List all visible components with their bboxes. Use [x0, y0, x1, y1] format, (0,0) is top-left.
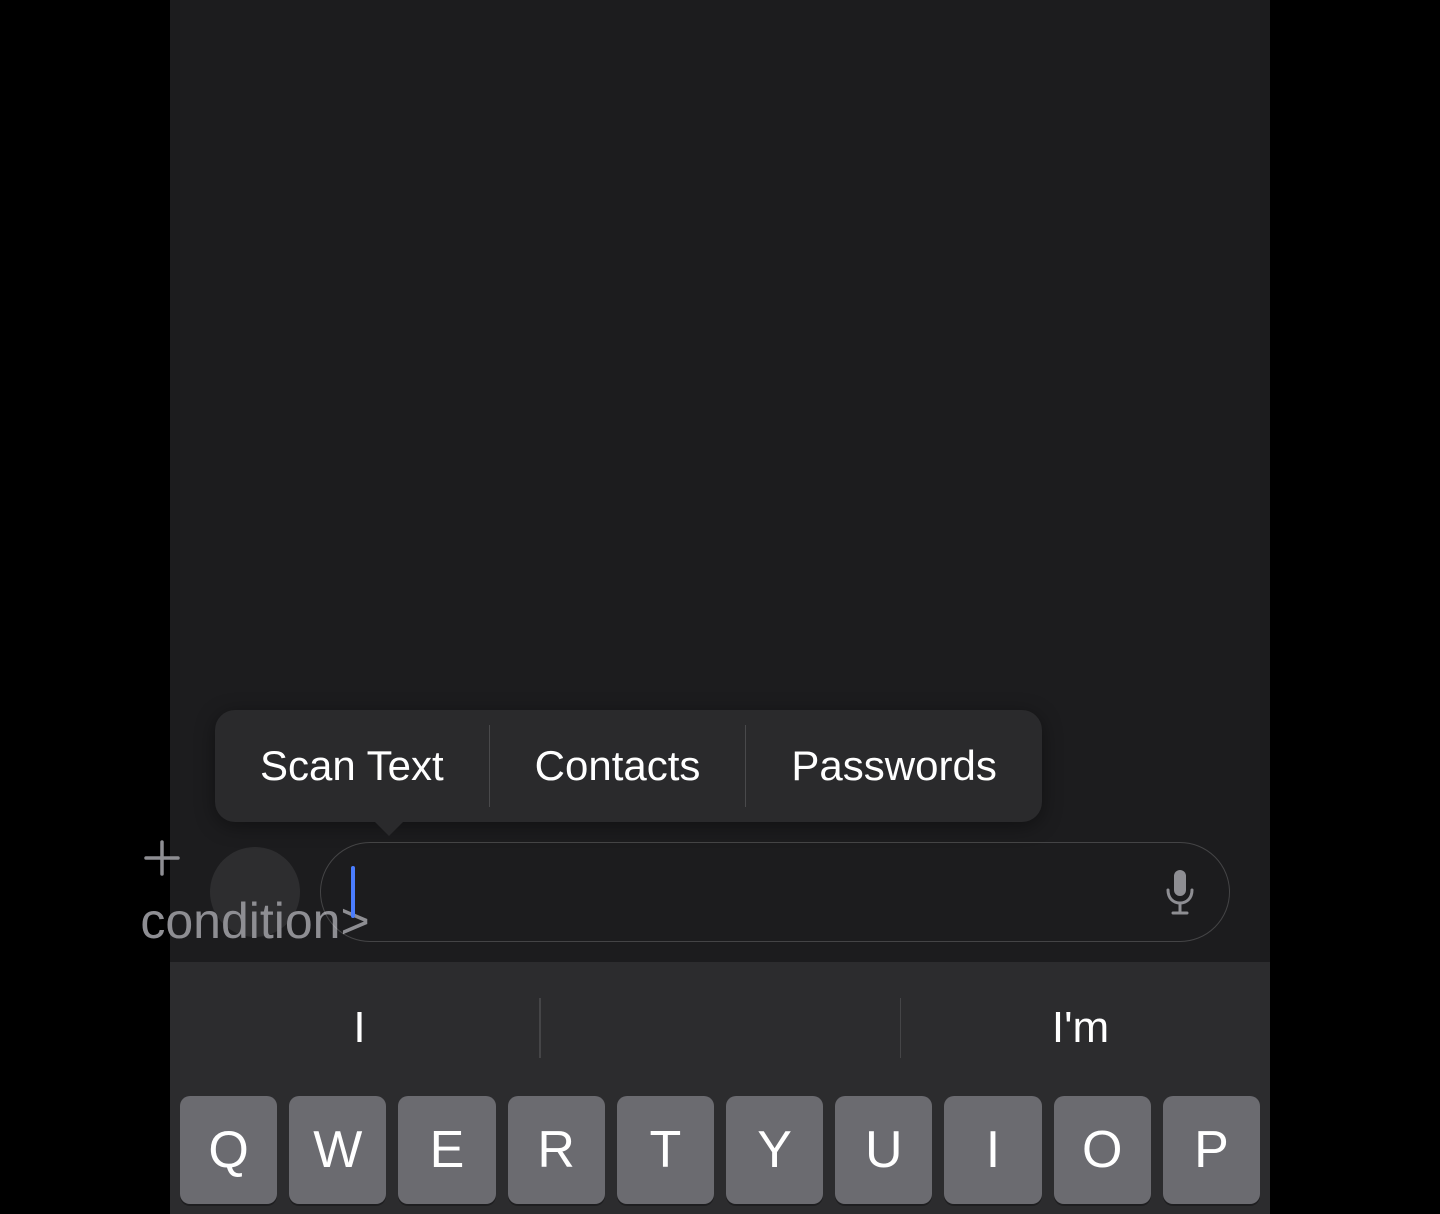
key-u[interactable]: U — [835, 1096, 932, 1204]
suggestion-1[interactable]: I — [180, 980, 539, 1076]
device-frame: Scan Text Contacts Passwords condition> — [120, 0, 1320, 1214]
suggestion-2[interactable] — [541, 980, 900, 1076]
context-menu-contacts[interactable]: Contacts — [490, 710, 746, 822]
text-cursor — [351, 866, 355, 918]
key-i[interactable]: I — [944, 1096, 1041, 1204]
suggestions-row: I I'm — [170, 980, 1270, 1076]
key-p[interactable]: P — [1163, 1096, 1260, 1204]
context-menu: Scan Text Contacts Passwords — [215, 710, 1042, 822]
add-button[interactable]: condition> — [210, 847, 300, 937]
text-input[interactable] — [320, 842, 1230, 942]
context-menu-passwords[interactable]: Passwords — [746, 710, 1041, 822]
input-bar: condition> — [210, 842, 1230, 942]
microphone-button[interactable] — [1161, 868, 1199, 916]
context-menu-scan-text[interactable]: Scan Text — [215, 710, 489, 822]
keyboard: I I'm Q W E R T Y U I O P — [170, 962, 1270, 1214]
key-y[interactable]: Y — [726, 1096, 823, 1204]
key-q[interactable]: Q — [180, 1096, 277, 1204]
keyboard-row-1: Q W E R T Y U I O P — [170, 1076, 1270, 1214]
suggestion-3[interactable]: I'm — [901, 980, 1260, 1076]
key-r[interactable]: R — [508, 1096, 605, 1204]
key-w[interactable]: W — [289, 1096, 386, 1204]
key-e[interactable]: E — [398, 1096, 495, 1204]
screen: Scan Text Contacts Passwords condition> — [170, 0, 1270, 1214]
key-o[interactable]: O — [1054, 1096, 1151, 1204]
menu-tail — [373, 820, 405, 836]
content-area: Scan Text Contacts Passwords condition> — [170, 0, 1270, 962]
key-t[interactable]: T — [617, 1096, 714, 1204]
microphone-icon — [1161, 868, 1199, 916]
